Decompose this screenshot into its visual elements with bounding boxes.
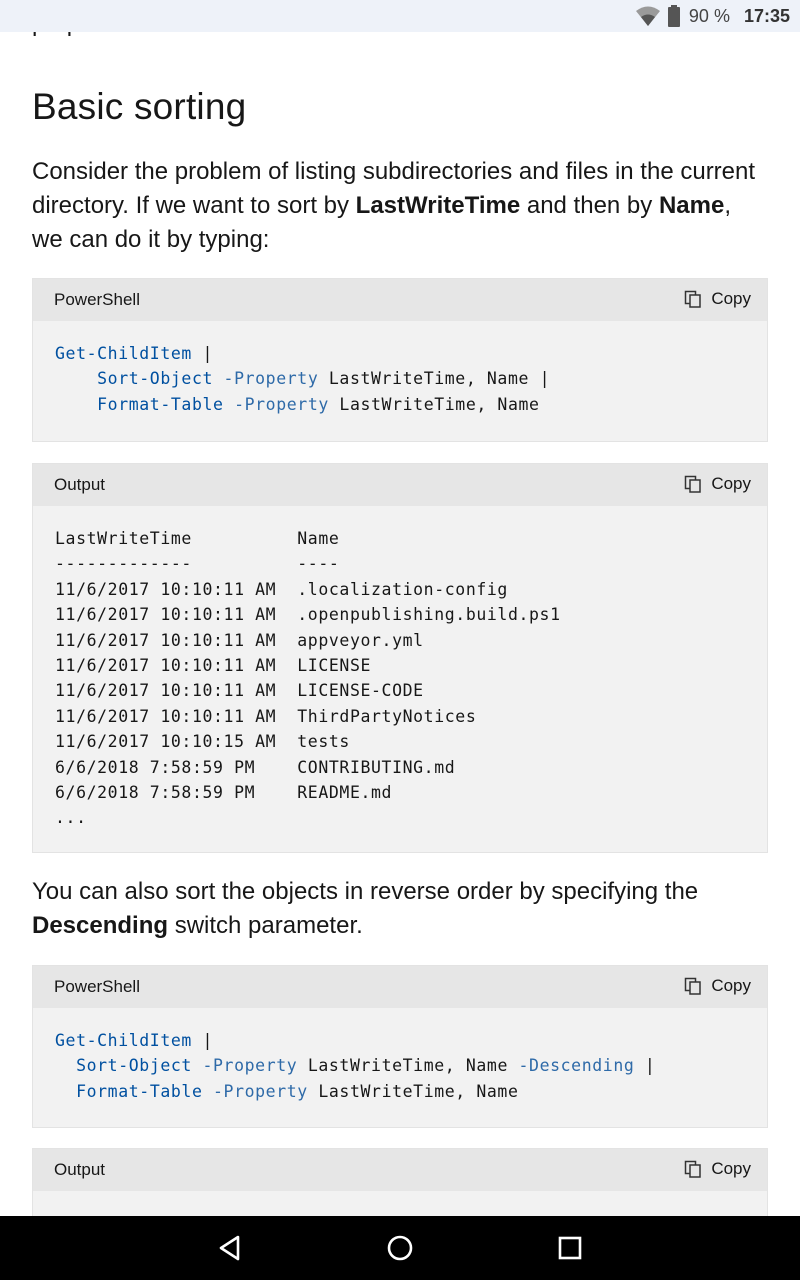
parameter: -Property: [213, 369, 319, 389]
clock: 17:35: [743, 5, 790, 26]
copy-label: Copy: [711, 1159, 751, 1178]
code-text: |: [191, 1031, 214, 1050]
copy-button[interactable]: Copy: [684, 976, 751, 996]
copy-icon: [685, 290, 702, 308]
cmdlet: Format-Table: [76, 1081, 203, 1101]
recents-square-icon: [558, 1236, 582, 1260]
code-block-powershell: PowerShell Copy Get-ChildItem | Sort-Obj…: [32, 278, 768, 442]
recents-button[interactable]: [556, 1234, 584, 1267]
copy-button[interactable]: Copy: [684, 1159, 751, 1179]
parameter: -Property: [191, 1056, 298, 1076]
output-block: Output Copy LastWriteTime Name ---------…: [32, 463, 768, 853]
intro-paragraph: Consider the problem of listing subdirec…: [32, 155, 768, 257]
navigation-bar: [0, 1216, 800, 1280]
parameter: -Property: [202, 1081, 308, 1101]
battery-percent: 90 %: [688, 5, 730, 26]
cmdlet: Sort-Object: [76, 1056, 192, 1076]
para-bold: Name: [658, 192, 725, 219]
cmdlet: Get-ChildItem: [55, 344, 192, 363]
copy-button[interactable]: Copy: [684, 474, 751, 494]
code-content: Get-ChildItem | Sort-Object -Property La…: [33, 1008, 767, 1124]
code-language-label: Output: [54, 475, 106, 494]
code-block-header: Output Copy: [33, 1149, 767, 1191]
home-circle-icon: [387, 1235, 413, 1261]
para-text: You can also sort the objects in reverse…: [32, 878, 699, 905]
cmdlet: Format-Table: [97, 394, 224, 414]
parameter: -Property: [223, 394, 329, 414]
back-button[interactable]: [216, 1234, 244, 1267]
code-text: LastWriteTime, Name |: [318, 369, 551, 389]
code-language-label: PowerShell: [54, 977, 140, 996]
home-button[interactable]: [386, 1234, 414, 1267]
section-heading: Basic sorting: [32, 86, 247, 127]
code-language-label: Output: [54, 1160, 106, 1179]
cmdlet: Get-ChildItem: [55, 1031, 192, 1050]
code-language-label: PowerShell: [54, 290, 140, 309]
code-text: LastWriteTime, Name: [297, 1056, 508, 1076]
code-text: |: [634, 1056, 656, 1076]
code-block-header: PowerShell Copy: [33, 966, 767, 1008]
code-text: LastWriteTime, Name: [328, 394, 540, 414]
copy-icon: [685, 475, 702, 493]
code-block-header: PowerShell Copy: [33, 279, 767, 321]
battery-icon: [667, 5, 681, 27]
code-block-header: Output Copy: [33, 464, 767, 506]
copy-label: Copy: [711, 976, 751, 995]
para-bold: Descending: [32, 912, 169, 939]
copy-label: Copy: [711, 474, 751, 493]
cmdlet: Sort-Object: [97, 369, 214, 389]
parameter: -Descending: [507, 1056, 635, 1076]
status-bar: 90 % 17:35: [0, 0, 800, 32]
copy-icon: [685, 1160, 702, 1178]
copy-icon: [685, 977, 702, 995]
code-block-powershell: PowerShell Copy Get-ChildItem | Sort-Obj…: [32, 965, 768, 1128]
code-text: |: [191, 344, 214, 363]
copy-label: Copy: [711, 289, 751, 308]
back-triangle-icon: [219, 1235, 240, 1261]
output-content: LastWriteTime Name ------------- ---- 11…: [55, 529, 561, 828]
descending-paragraph: You can also sort the objects in reverse…: [32, 875, 768, 943]
para-bold: LastWriteTime: [355, 192, 521, 219]
code-content: Get-ChildItem | Sort-Object -Property La…: [33, 321, 767, 437]
copy-button[interactable]: Copy: [684, 289, 751, 309]
para-text: and then by: [520, 192, 659, 219]
code-text: LastWriteTime, Name: [307, 1081, 519, 1101]
wifi-icon: [635, 5, 661, 27]
para-text: switch parameter.: [168, 912, 363, 939]
